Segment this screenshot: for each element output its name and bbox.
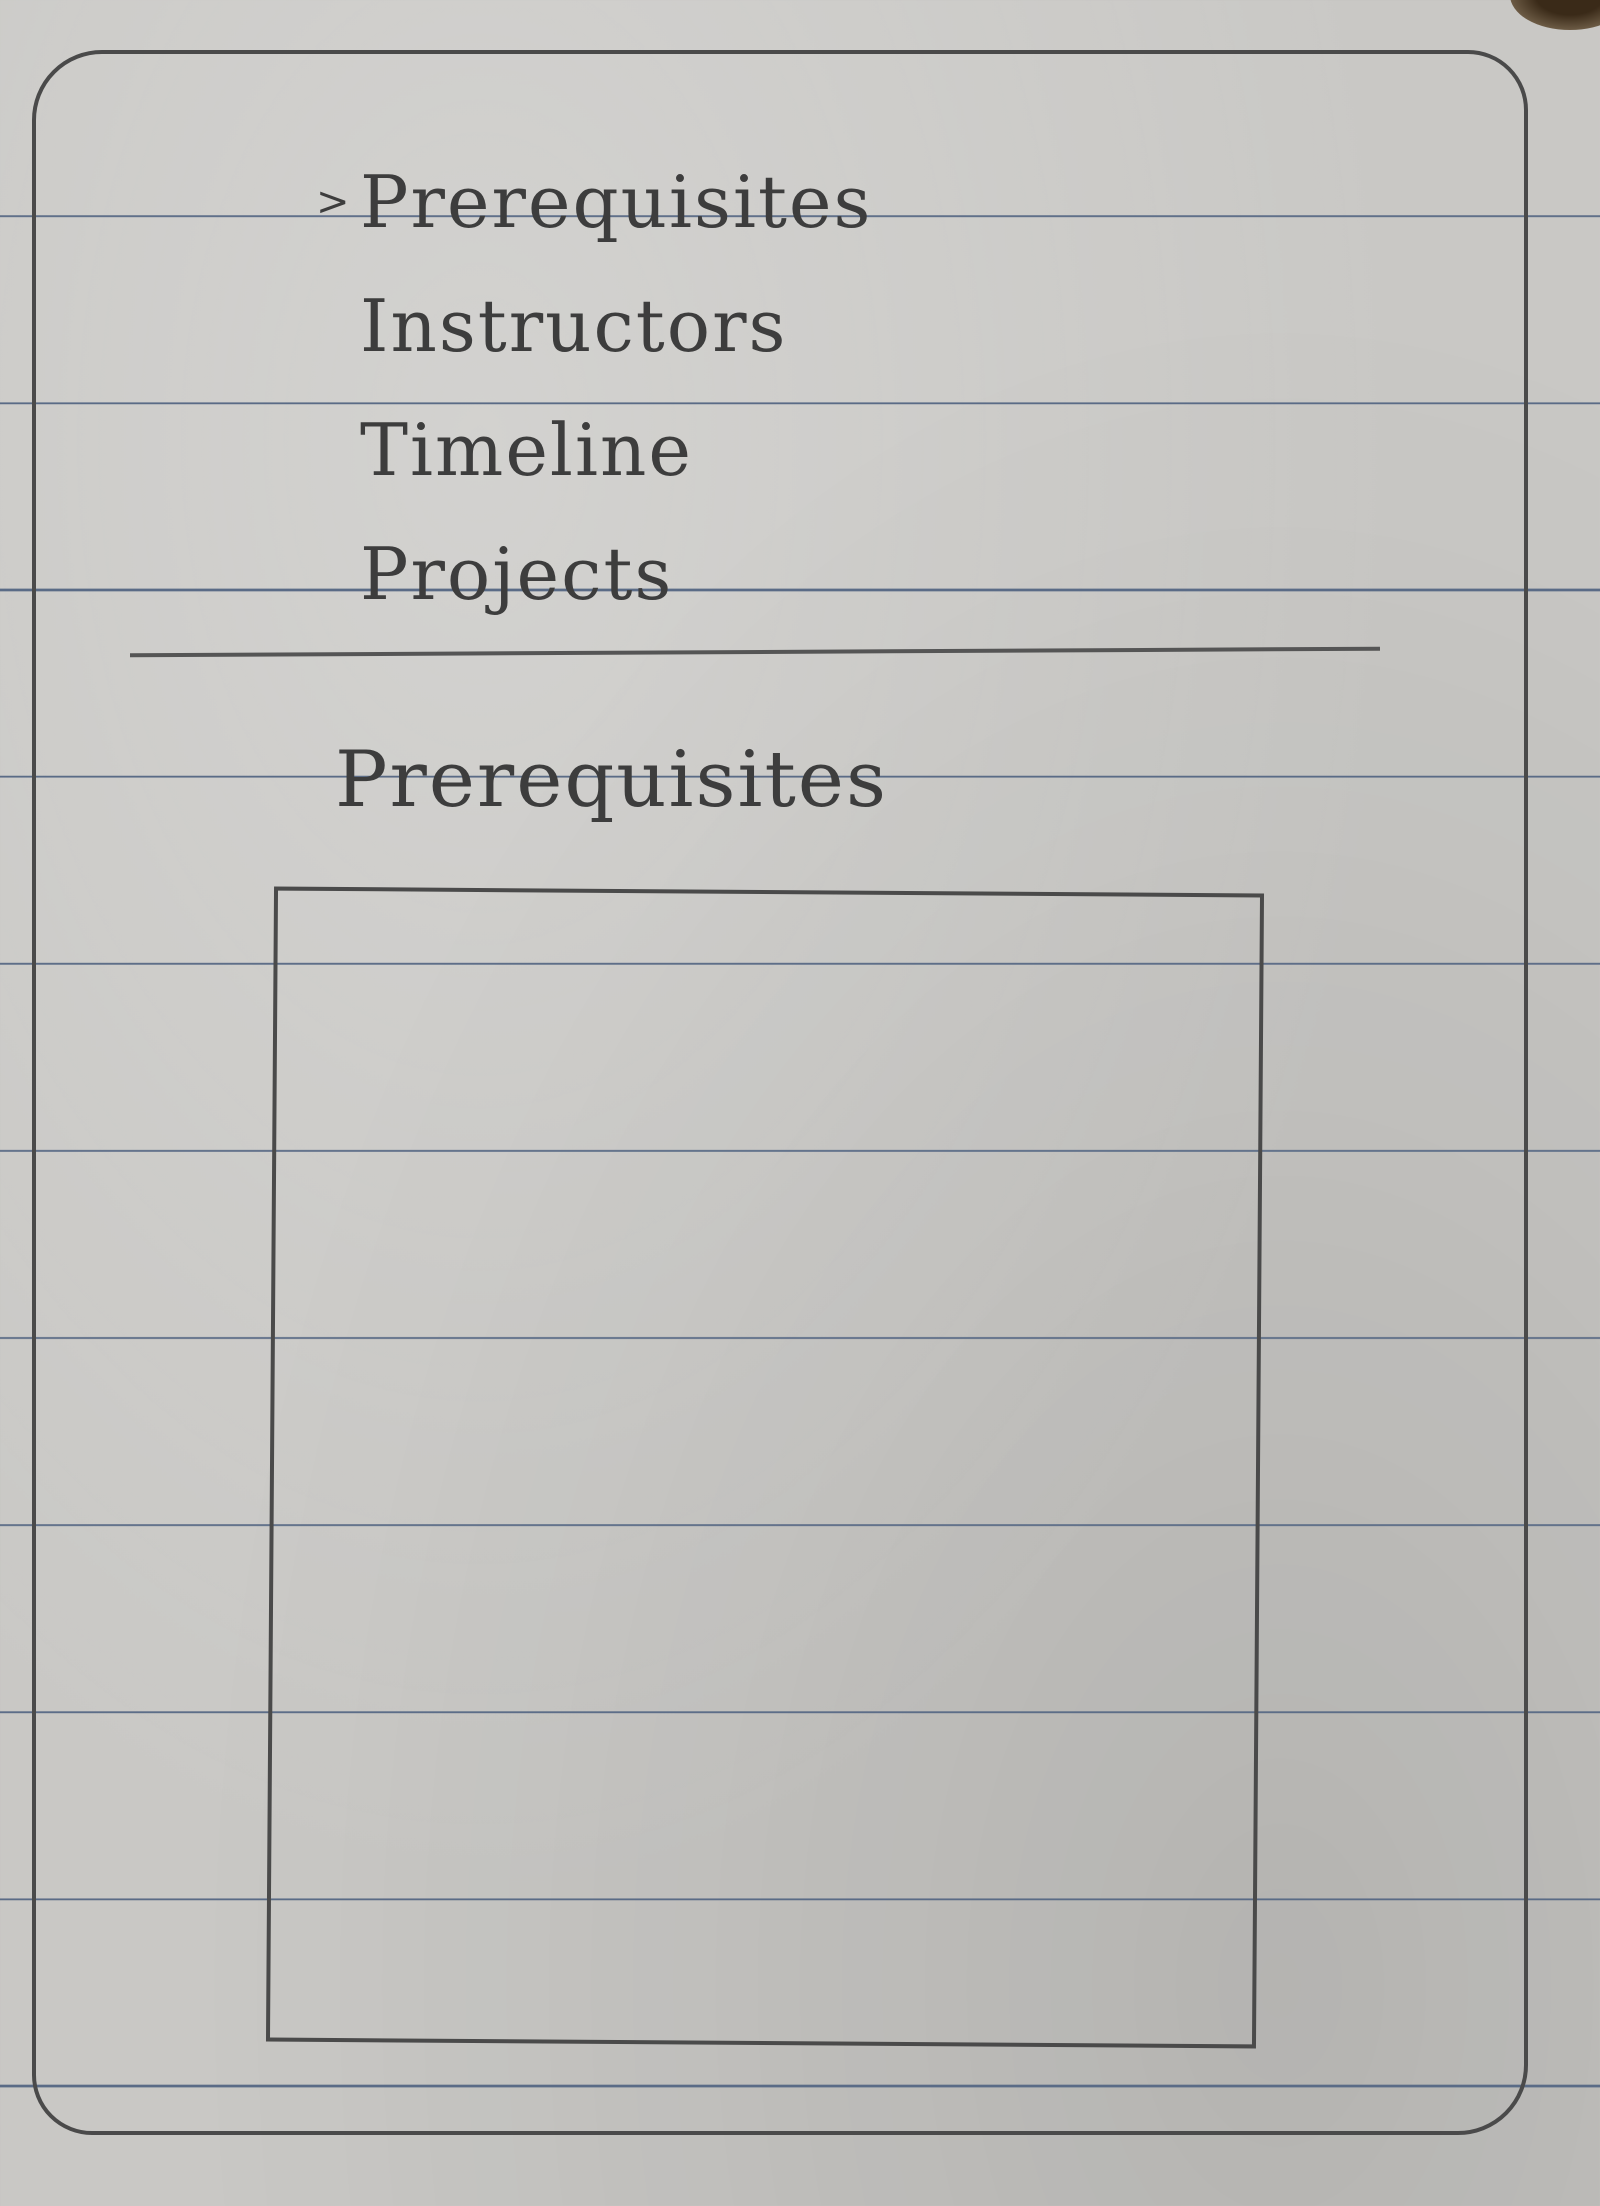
corner-shadow bbox=[1510, 0, 1600, 30]
nav-item-timeline[interactable]: Timeline bbox=[360, 388, 1060, 512]
nav-item-label: Timeline bbox=[360, 408, 693, 492]
active-indicator-icon: > bbox=[316, 179, 352, 225]
content-placeholder bbox=[278, 891, 1260, 898]
nav-item-label: Prerequisites bbox=[360, 160, 873, 244]
section-title: Prerequisites bbox=[335, 735, 888, 825]
nav-item-label: Instructors bbox=[360, 284, 788, 368]
nav-item-projects[interactable]: Projects bbox=[360, 512, 1060, 636]
content-panel bbox=[265, 886, 1265, 2049]
nav-item-prerequisites[interactable]: > Prerequisites bbox=[316, 140, 1060, 264]
nav-menu: > Prerequisites Instructors Timeline Pro… bbox=[316, 140, 1060, 636]
nav-item-label: Projects bbox=[360, 532, 674, 616]
nav-item-instructors[interactable]: Instructors bbox=[360, 264, 1060, 388]
